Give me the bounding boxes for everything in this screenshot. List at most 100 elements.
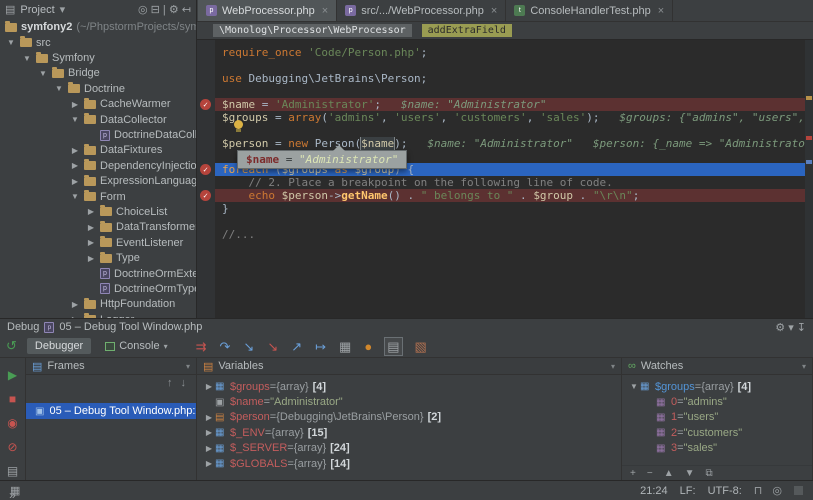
chevron-expanded-icon[interactable]: ▼ [70,192,80,201]
breakpoint-icon[interactable]: ✓ [200,164,211,175]
tree-item-cachewarmer[interactable]: ▶ CacheWarmer [0,97,196,112]
panel-menu-icon[interactable]: ▾ [802,362,806,371]
editor-gutter[interactable] [197,150,215,163]
chevron-collapsed-icon[interactable]: ▶ [70,315,80,318]
panel-menu-icon[interactable]: ▾ [611,362,615,371]
variable-row[interactable]: ▦ 3 = "sales" [622,441,812,456]
force-step-into-icon[interactable]: ↘ [267,338,278,355]
frame-down-icon[interactable]: ↓ [181,377,187,389]
tree-item-doctrinedatacollec[interactable]: p DoctrineDataCollec [0,127,196,142]
editor-gutter[interactable]: ✓ [197,163,215,176]
editor-gutter[interactable] [197,202,215,215]
chevron-expanded-icon[interactable]: ▼ [6,38,16,47]
variable-row[interactable]: ▦ 1 = "users" [622,410,812,425]
variable-row[interactable]: ▣ $name = "Administrator" [197,394,621,409]
restore-layout-icon[interactable]: ▤ [7,463,18,480]
frame-up-icon[interactable]: ↑ [167,377,173,389]
breakpoint-icon[interactable]: ✓ [200,99,211,110]
remove-watch-icon[interactable]: − [647,468,653,479]
listen-debug-icon[interactable]: ● [364,338,372,355]
collapse-all-icon[interactable]: ⊟ [151,4,160,16]
chevron-collapsed-icon[interactable]: ▶ [70,177,80,186]
tree-item-datafixtures[interactable]: ▶ DataFixtures [0,143,196,158]
tree-item-datacollector[interactable]: ▼ DataCollector [0,112,196,127]
breakpoint-icon[interactable]: ✓ [200,190,211,201]
run-to-cursor-icon[interactable]: ↦ [315,338,326,355]
editor-gutter[interactable] [197,215,215,228]
rerun-icon[interactable]: ↺ [6,338,17,354]
dropdown-icon[interactable]: ▾ [788,322,794,334]
locate-icon[interactable]: ◎ [138,4,148,16]
expand-icon[interactable]: ▶ [203,413,215,422]
tree-item-symfony[interactable]: ▼ Symfony [0,50,196,65]
evaluate-expression-icon[interactable]: ▦ [339,338,351,355]
intention-bulb-icon[interactable] [234,120,243,132]
file-encoding[interactable]: UTF-8: [708,485,742,497]
inspections-icon[interactable]: ◎ [772,484,782,497]
add-watch-icon[interactable]: + [630,468,636,479]
chevron-collapsed-icon[interactable]: ▶ [86,223,96,232]
editor-gutter[interactable] [197,59,215,72]
show-execution-point-icon[interactable]: ⇉ [196,338,207,355]
editor-scrollbar[interactable] [805,40,813,318]
chevron-collapsed-icon[interactable]: ▶ [86,238,96,247]
debug-tab-debugger[interactable]: Debugger [26,338,92,354]
tree-item-logger[interactable]: ▶ Logger [0,312,196,318]
step-out-icon[interactable]: ↗ [291,338,302,355]
tree-item-dependencyinjection[interactable]: ▶ DependencyInjection [0,158,196,173]
chevron-expanded-icon[interactable]: ▼ [38,69,48,78]
project-root-row[interactable]: symfony2 (~/PhpstormProjects/symfo [0,19,196,35]
stop-icon[interactable]: ■ [9,391,16,408]
toolwindow-switcher-icon[interactable]: ▦ [10,484,20,497]
editor-gutter[interactable] [197,124,215,137]
editor-gutter[interactable]: ✓ [197,189,215,202]
variable-row[interactable]: ▼ ▦ $groups = {array} [4] [622,379,812,394]
tree-item-httpfoundation[interactable]: ▶ HttpFoundation [0,297,196,312]
code-editor[interactable]: $name = "Administrator" require_once 'Co… [197,40,813,318]
step-into-icon[interactable]: ↘ [243,338,254,355]
chevron-expanded-icon[interactable]: ▼ [70,115,80,124]
expand-icon[interactable]: ▼ [628,382,640,391]
breadcrumb-class-chip[interactable]: \Monolog\Processor\WebProcessor [213,24,412,37]
memory-indicator-icon[interactable] [794,486,803,495]
tree-item-datatransformer[interactable]: ▶ DataTransformer [0,220,196,235]
variable-row[interactable]: ▶ ▦ $_ENV = {array} [15] [197,425,621,440]
tree-item-expressionlanguage[interactable]: ▶ ExpressionLanguage [0,174,196,189]
caret-position[interactable]: 21:24 [640,485,668,497]
move-watch-down-icon[interactable]: ▼ [685,468,695,479]
variable-row[interactable]: ▦ 0 = "admins" [622,394,812,409]
editor-tab[interactable]: t ConsoleHandlerTest.php × [506,0,674,21]
editor-gutter[interactable]: ✓ [197,98,215,111]
move-watch-up-icon[interactable]: ▲ [664,468,674,479]
breadcrumb-method-chip[interactable]: addExtraField [421,24,512,37]
debug-tab-console[interactable]: Console ▾ [97,338,175,354]
variable-row[interactable]: ▶ ▦ $groups = {array} [4] [197,379,621,394]
chevron-expanded-icon[interactable]: ▼ [22,54,32,63]
close-tab-icon[interactable]: × [491,5,497,17]
dock-icon[interactable]: ↧ [797,322,806,334]
expand-icon[interactable]: ▶ [203,459,215,468]
editor-gutter[interactable] [197,85,215,98]
step-over-icon[interactable]: ↷ [220,338,231,355]
expand-icon[interactable]: ▶ [203,444,215,453]
chevron-collapsed-icon[interactable]: ▶ [70,100,80,109]
expand-icon[interactable]: ▶ [203,428,215,437]
editor-gutter[interactable] [197,176,215,189]
editor-gutter[interactable] [197,137,215,150]
editor-tab[interactable]: p WebProcessor.php × [198,0,338,21]
frame-row[interactable]: ▣ 05 – Debug Tool Window.php:23 [26,403,196,419]
line-separator[interactable]: LF: [680,485,696,497]
editor-tab[interactable]: p src/.../WebProcessor.php × [337,0,507,21]
variable-row[interactable]: ▶ ▤ $person = {Debugging\JetBrains\Person}… [197,410,621,425]
tree-item-doctrine[interactable]: ▼ Doctrine [0,81,196,96]
tree-item-doctrineormtypeg[interactable]: p DoctrineOrmTypeG [0,281,196,296]
restore-layout-icon[interactable]: ▤ [384,336,403,356]
chevron-collapsed-icon[interactable]: ▶ [86,254,96,263]
close-tab-icon[interactable]: × [658,5,664,17]
variable-row[interactable]: ▦ 2 = "customers" [622,425,812,440]
chevron-collapsed-icon[interactable]: ▶ [86,207,96,216]
close-tab-icon[interactable]: × [322,5,328,17]
panel-menu-icon[interactable]: ▾ [186,362,190,371]
variable-row[interactable]: ▶ ▦ $GLOBALS = {array} [14] [197,456,621,471]
editor-gutter[interactable] [197,228,215,241]
